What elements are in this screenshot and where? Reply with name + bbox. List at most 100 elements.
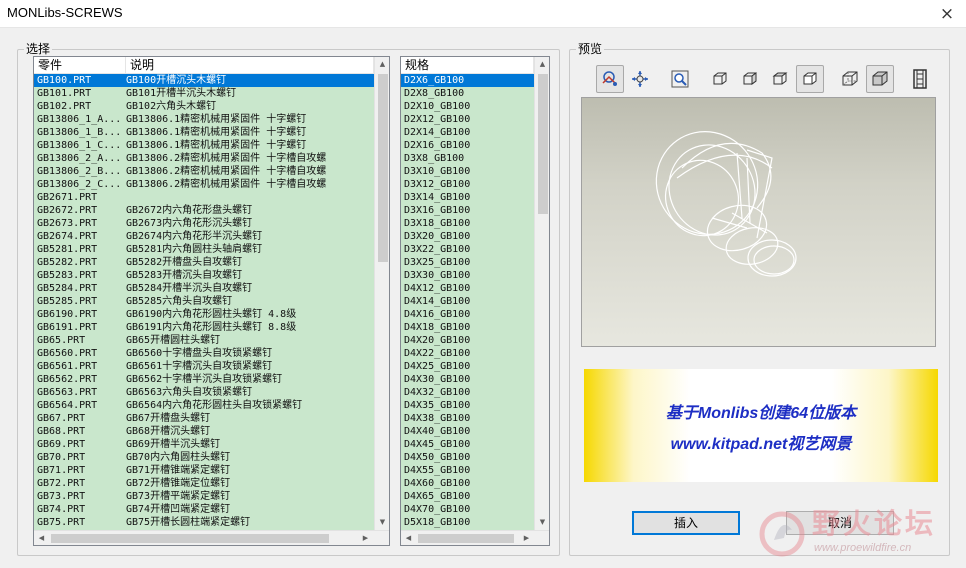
scroll-down-arrow-icon[interactable]: ▼ xyxy=(535,515,549,530)
list-item[interactable]: D4X16_GB100 xyxy=(401,308,534,321)
table-row[interactable]: GB6560.PRT GB6560十字槽盘头自攻锁紧螺钉 xyxy=(34,347,374,360)
list-item[interactable]: D3X16_GB100 xyxy=(401,204,534,217)
table-row[interactable]: GB13806_2_B... GB13806.2精密机械用紧固件 十字槽自攻螺 xyxy=(34,165,374,178)
list-item[interactable]: D4X12_GB100 xyxy=(401,282,534,295)
table-row[interactable]: GB2673.PRT GB2673内六角花形沉头螺钉 xyxy=(34,217,374,230)
list-item[interactable]: D4X25_GB100 xyxy=(401,360,534,373)
list-item[interactable]: D5X18_GB100 xyxy=(401,516,534,529)
list-item[interactable]: D4X14_GB100 xyxy=(401,295,534,308)
table-row[interactable]: GB13806_1_B... GB13806.1精密机械用紧固件 十字螺钉 xyxy=(34,126,374,139)
parts-list[interactable]: 零件 说明 GB100.PRT GB100开槽沉头木螺钉 GB101.PRT GB10… xyxy=(33,56,390,546)
list-item[interactable]: D3X25_GB100 xyxy=(401,256,534,269)
scroll-thumb[interactable] xyxy=(378,74,388,262)
table-row[interactable]: GB13806_1_C... GB13806.1精密机械用紧固件 十字螺钉 xyxy=(34,139,374,152)
table-row[interactable]: GB13806_2_C... GB13806.2精密机械用紧固件 十字槽自攻螺 xyxy=(34,178,374,191)
table-row[interactable]: GB5284.PRT GB5284开槽半沉头自攻螺钉 xyxy=(34,282,374,295)
model-preview-viewport[interactable] xyxy=(581,97,936,347)
table-row[interactable]: GB67.PRT GB67开槽盘头螺钉 xyxy=(34,412,374,425)
table-row[interactable]: GB2671.PRT xyxy=(34,191,374,204)
table-row[interactable]: GB69.PRT GB69开槽半沉头螺钉 xyxy=(34,438,374,451)
table-row[interactable]: GB70.PRT GB70内六角圆柱头螺钉 xyxy=(34,451,374,464)
scroll-up-arrow-icon[interactable]: ▲ xyxy=(535,57,549,72)
table-row[interactable]: GB5285.PRT GB5285六角头自攻螺钉 xyxy=(34,295,374,308)
wireframe-icon[interactable] xyxy=(836,65,864,93)
table-row[interactable]: GB2672.PRT GB2672内六角花形盘头螺钉 xyxy=(34,204,374,217)
view-top-icon[interactable] xyxy=(766,65,794,93)
spec-vertical-scrollbar[interactable]: ▲ ▼ xyxy=(534,57,549,530)
list-item[interactable]: D4X50_GB100 xyxy=(401,451,534,464)
shaded-icon[interactable] xyxy=(866,64,894,93)
list-item[interactable]: D3X30_GB100 xyxy=(401,269,534,282)
list-item[interactable]: D3X20_GB100 xyxy=(401,230,534,243)
table-row[interactable]: GB13806_2_A... GB13806.2精密机械用紧固件 十字槽自攻螺 xyxy=(34,152,374,165)
table-row[interactable]: GB13806_1_A... GB13806.1精密机械用紧固件 十字螺钉 xyxy=(34,113,374,126)
table-row[interactable]: GB6191.PRT GB6191内六角花形圆柱头螺钉 8.8级 xyxy=(34,321,374,334)
list-item[interactable]: D3X22_GB100 xyxy=(401,243,534,256)
list-item[interactable]: D2X12_GB100 xyxy=(401,113,534,126)
parts-horizontal-scrollbar[interactable]: ◀ ▶ xyxy=(34,530,389,545)
list-item[interactable]: D3X12_GB100 xyxy=(401,178,534,191)
list-item[interactable]: D4X45_GB100 xyxy=(401,438,534,451)
table-row[interactable]: GB6561.PRT GB6561十字槽沉头自攻锁紧螺钉 xyxy=(34,360,374,373)
table-row[interactable]: GB101.PRT GB101开槽半沉头木螺钉 xyxy=(34,87,374,100)
table-row[interactable]: GB72.PRT GB72开槽锥端定位螺钉 xyxy=(34,477,374,490)
list-item[interactable]: D3X8_GB100 xyxy=(401,152,534,165)
list-item[interactable]: D4X40_GB100 xyxy=(401,425,534,438)
spec-list[interactable]: 规格 D2X6_GB100 D2X8_GB100 D2X10_GB100 D2X12_… xyxy=(400,56,550,546)
table-row[interactable]: GB73.PRT GB73开槽平端紧定螺钉 xyxy=(34,490,374,503)
table-row[interactable]: GB71.PRT GB71开槽锥端紧定螺钉 xyxy=(34,464,374,477)
list-item[interactable]: D4X55_GB100 xyxy=(401,464,534,477)
list-item[interactable]: D4X32_GB100 xyxy=(401,386,534,399)
table-row[interactable]: GB6563.PRT GB6563六角头自攻锁紧螺钉 xyxy=(34,386,374,399)
table-row[interactable]: GB5281.PRT GB5281内六角圆柱头轴肩螺钉 xyxy=(34,243,374,256)
scroll-right-arrow-icon[interactable]: ▶ xyxy=(358,531,373,545)
table-row[interactable]: GB2674.PRT GB2674内六角花形半沉头螺钉 xyxy=(34,230,374,243)
table-row[interactable]: GB68.PRT GB68开槽沉头螺钉 xyxy=(34,425,374,438)
pan-icon[interactable] xyxy=(626,65,654,93)
table-row[interactable]: GB6564.PRT GB6564内六角花形圆柱头自攻锁紧螺钉 xyxy=(34,399,374,412)
scroll-left-arrow-icon[interactable]: ◀ xyxy=(401,531,416,545)
scroll-down-arrow-icon[interactable]: ▼ xyxy=(375,515,389,530)
scroll-up-arrow-icon[interactable]: ▲ xyxy=(375,57,389,72)
list-item[interactable]: D4X35_GB100 xyxy=(401,399,534,412)
table-row[interactable]: GB74.PRT GB74开槽凹端紧定螺钉 xyxy=(34,503,374,516)
table-row[interactable]: GB102.PRT GB102六角头木螺钉 xyxy=(34,100,374,113)
table-row[interactable]: GB100.PRT GB100开槽沉头木螺钉 xyxy=(34,74,374,87)
spec-horizontal-scrollbar[interactable]: ◀ ▶ xyxy=(401,530,549,545)
list-item[interactable]: D2X14_GB100 xyxy=(401,126,534,139)
list-item[interactable]: D4X20_GB100 xyxy=(401,334,534,347)
column-header-desc[interactable]: 说明 xyxy=(126,57,374,74)
list-item[interactable]: D3X18_GB100 xyxy=(401,217,534,230)
spin-rotate-icon[interactable] xyxy=(596,64,624,93)
table-row[interactable]: GB5283.PRT GB5283开槽沉头自攻螺钉 xyxy=(34,269,374,282)
column-header-part[interactable]: 零件 xyxy=(34,57,126,74)
list-item[interactable]: D4X65_GB100 xyxy=(401,490,534,503)
list-item[interactable]: D2X10_GB100 xyxy=(401,100,534,113)
scroll-thumb[interactable] xyxy=(51,534,329,543)
scroll-left-arrow-icon[interactable]: ◀ xyxy=(34,531,49,545)
list-item[interactable]: D2X8_GB100 xyxy=(401,87,534,100)
list-item[interactable]: D4X70_GB100 xyxy=(401,503,534,516)
view-front-icon[interactable] xyxy=(706,65,734,93)
table-row[interactable]: GB65.PRT GB65开槽圆柱头螺钉 xyxy=(34,334,374,347)
list-item[interactable]: D4X60_GB100 xyxy=(401,477,534,490)
list-item[interactable]: D4X18_GB100 xyxy=(401,321,534,334)
list-item[interactable]: D2X6_GB100 xyxy=(401,74,534,87)
column-header-spec[interactable]: 规格 xyxy=(401,57,534,74)
table-row[interactable]: GB6190.PRT GB6190内六角花形圆柱头螺钉 4.8级 xyxy=(34,308,374,321)
parts-vertical-scrollbar[interactable]: ▲ ▼ xyxy=(374,57,389,530)
list-item[interactable]: D3X14_GB100 xyxy=(401,191,534,204)
table-row[interactable]: GB6562.PRT GB6562十字槽半沉头自攻锁紧螺钉 xyxy=(34,373,374,386)
film-strip-icon[interactable] xyxy=(906,65,934,93)
insert-button[interactable]: 插入 xyxy=(632,511,740,535)
close-icon[interactable]: × xyxy=(936,3,958,25)
list-item[interactable]: D2X16_GB100 xyxy=(401,139,534,152)
zoom-window-icon[interactable] xyxy=(666,65,694,93)
list-item[interactable]: D4X22_GB100 xyxy=(401,347,534,360)
scroll-thumb[interactable] xyxy=(418,534,514,543)
list-item[interactable]: D3X10_GB100 xyxy=(401,165,534,178)
table-row[interactable]: GB5282.PRT GB5282开槽盘头自攻螺钉 xyxy=(34,256,374,269)
scroll-thumb[interactable] xyxy=(538,74,548,214)
view-iso-icon[interactable] xyxy=(796,64,824,93)
scroll-right-arrow-icon[interactable]: ▶ xyxy=(519,531,534,545)
